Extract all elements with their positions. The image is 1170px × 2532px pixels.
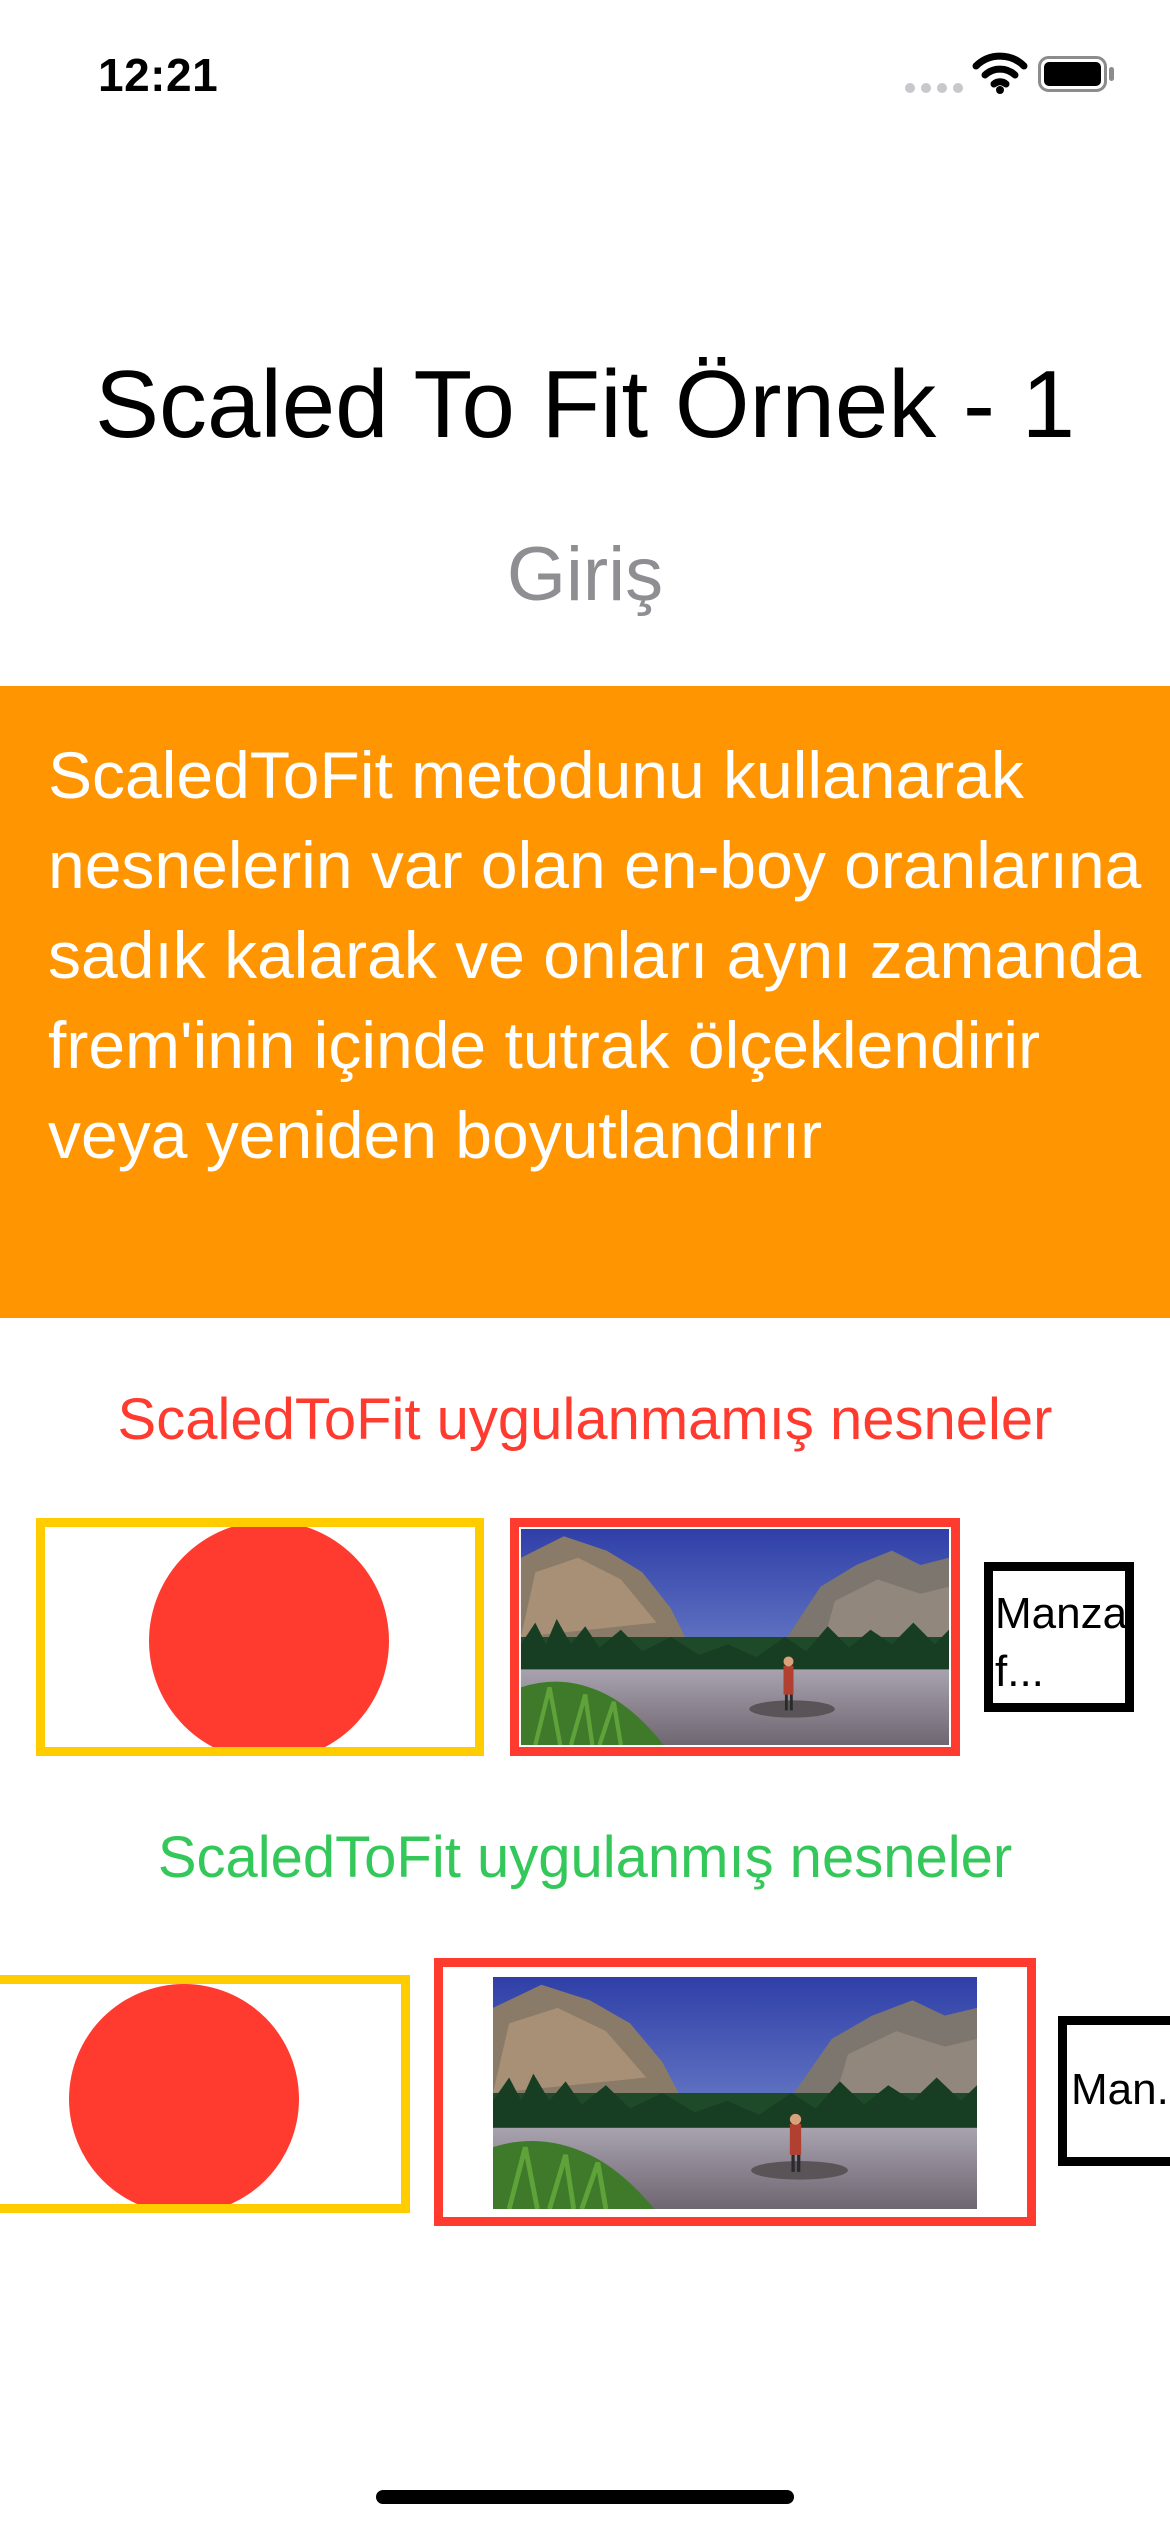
circle-box-not-applied [36, 1518, 484, 1756]
status-time: 12:21 [98, 49, 219, 101]
landscape-photo [521, 1529, 949, 1745]
circle-shape [69, 1984, 299, 2204]
text-box-label: Man... [1071, 2065, 1170, 2114]
text-box-not-applied: Manzara f... [984, 1562, 1134, 1712]
wifi-icon [972, 52, 1028, 94]
text-box-label: Manzara f... [995, 1589, 1128, 1696]
intro-text: ScaledToFit metodunu kullanarak nesneler… [48, 738, 1142, 1172]
circle-box-applied [0, 1975, 410, 2213]
circle-shape [149, 1527, 389, 1747]
page-title: Scaled To Fit Örnek - 1 [95, 351, 1075, 458]
home-indicator[interactable] [376, 2490, 794, 2504]
text-box-applied: Man... [1058, 2016, 1170, 2166]
battery-icon [1038, 56, 1114, 92]
section-heading-applied: ScaledToFit uygulanmış nesneler [157, 1825, 1013, 1890]
landscape-box-applied [434, 1958, 1036, 2226]
page-subtitle: Giriş [506, 532, 664, 617]
landscape-box-not-applied [510, 1518, 960, 1756]
section-heading-not-applied: ScaledToFit uygulanmamış nesneler [117, 1387, 1053, 1452]
signal-dots-icon [905, 83, 963, 93]
landscape-photo [493, 1977, 977, 2209]
intro-panel: ScaledToFit metodunu kullanarak nesneler… [0, 686, 1170, 1318]
